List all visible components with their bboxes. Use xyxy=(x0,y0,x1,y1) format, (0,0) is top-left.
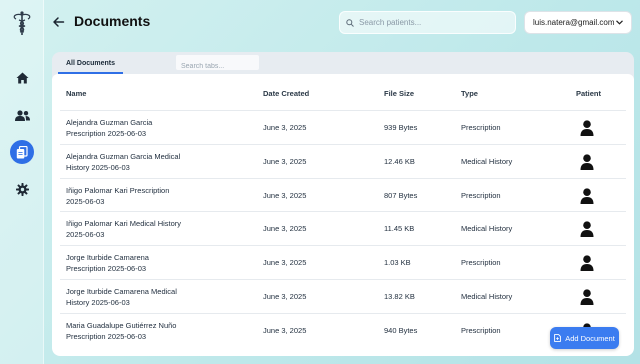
column-header-date[interactable]: Date Created xyxy=(263,89,309,98)
account-email: luis.natera@gmail.com xyxy=(533,18,615,27)
tab-search-input[interactable] xyxy=(176,59,259,74)
file-size: 1.03 KB xyxy=(384,258,411,268)
patient-search[interactable] xyxy=(339,11,516,34)
caduceus-logo-icon xyxy=(13,11,31,35)
date-created: June 3, 2025 xyxy=(263,123,307,132)
file-size: 12.46 KB xyxy=(384,156,415,166)
document-type: Medical History xyxy=(461,156,513,166)
document-type: Medical History xyxy=(461,292,513,301)
table-row[interactable]: Alejandra Guzman Garcia Prescription 2025… xyxy=(60,110,626,144)
patient-user-icon[interactable] xyxy=(580,187,594,204)
file-size: 13.82 KB xyxy=(384,292,415,301)
sidebar-item-patients[interactable] xyxy=(11,104,33,126)
users-icon xyxy=(14,109,30,121)
tab-bar: All Documents xyxy=(52,52,634,74)
document-type: Prescription xyxy=(461,325,501,335)
document-type: Prescription xyxy=(461,258,501,268)
document-name-line2: 2025-06-03 xyxy=(66,230,105,240)
document-name-line1: Alejandra Guzman Garcia xyxy=(66,118,153,127)
search-input[interactable] xyxy=(359,18,509,27)
date-created: June 3, 2025 xyxy=(263,156,307,166)
chevron-down-icon xyxy=(616,20,623,25)
document-name[interactable]: Alejandra Guzman Garcia Prescription 2025… xyxy=(66,117,246,139)
document-type: Prescription xyxy=(461,190,501,200)
gear-icon xyxy=(15,182,29,196)
document-add-icon xyxy=(554,334,562,342)
document-name[interactable]: Maria Guadalupe Gutiérrez Nuño Prescripti… xyxy=(66,320,246,342)
column-header-type[interactable]: Type xyxy=(461,89,478,98)
column-header-name[interactable]: Name xyxy=(66,89,86,98)
date-created: June 3, 2025 xyxy=(263,224,307,234)
document-name[interactable]: Jorge Iturbide Camarena Medical History 2… xyxy=(66,286,246,308)
document-name[interactable]: Iñigo Palomar Kari Prescription 2025-06-0… xyxy=(66,185,246,207)
table-row[interactable]: Maria Guadalupe Gutiérrez Nuño Prescripti… xyxy=(60,312,626,347)
document-name-line1: Iñigo Palomar Kari Medical History xyxy=(66,219,182,229)
table-row[interactable]: Jorge Iturbide Camarena Prescription 2025… xyxy=(60,245,626,279)
account-dropdown[interactable]: luis.natera@gmail.com xyxy=(524,11,632,34)
document-name-line1: Iñigo Palomar Kari Prescription xyxy=(66,185,170,195)
file-size: 807 Bytes xyxy=(384,190,418,200)
document-name-line2: Prescription 2025-06-03 xyxy=(66,129,147,138)
search-icon xyxy=(346,18,354,27)
document-name-line2: History 2025-06-03 xyxy=(66,162,130,172)
document-name[interactable]: Alejandra Guzman Garcia Medical History 2… xyxy=(66,151,246,173)
document-name-line2: Prescription 2025-06-03 xyxy=(66,264,147,274)
home-icon xyxy=(16,72,28,84)
tab-search[interactable] xyxy=(176,55,259,74)
sidebar-item-settings[interactable] xyxy=(11,178,33,200)
patient-user-icon[interactable] xyxy=(580,154,594,170)
file-size: 11.45 KB xyxy=(384,224,415,234)
add-document-button[interactable]: Add Document xyxy=(550,327,619,349)
document-name-line2: 2025-06-03 xyxy=(66,196,105,206)
column-header-patient[interactable]: Patient xyxy=(576,89,601,98)
document-name-line2: Prescription 2025-06-03 xyxy=(66,331,147,341)
back-arrow-icon[interactable] xyxy=(52,15,66,29)
documents-table: Name Date Created File Size Type Patient… xyxy=(52,74,634,356)
patient-user-icon[interactable] xyxy=(580,120,594,136)
document-type: Prescription xyxy=(461,123,501,132)
document-name-line1: Alejandra Guzman Garcia Medical xyxy=(66,151,181,161)
documents-panel: All Documents Name Date Created File Siz… xyxy=(52,52,634,356)
date-created: June 3, 2025 xyxy=(263,190,307,200)
date-created: June 3, 2025 xyxy=(263,292,307,301)
add-document-label: Add Document xyxy=(565,333,615,343)
file-size: 940 Bytes xyxy=(384,325,418,335)
document-name[interactable]: Jorge Iturbide Camarena Prescription 2025… xyxy=(66,252,246,274)
document-name-line2: History 2025-06-03 xyxy=(66,298,130,307)
patient-user-icon[interactable] xyxy=(580,255,594,272)
document-name-line1: Jorge Iturbide Camarena xyxy=(66,253,149,263)
patient-user-icon[interactable] xyxy=(580,221,594,238)
document-name-line1: Jorge Iturbide Camarena Medical xyxy=(66,287,177,296)
date-created: June 3, 2025 xyxy=(263,258,307,268)
table-row[interactable]: Jorge Iturbide Camarena Medical History 2… xyxy=(60,279,626,313)
table-row[interactable]: Iñigo Palomar Kari Medical History 2025-0… xyxy=(60,211,626,245)
page-title: Documents xyxy=(74,13,151,29)
document-name[interactable]: Iñigo Palomar Kari Medical History 2025-0… xyxy=(66,218,246,240)
document-name-line1: Maria Guadalupe Gutiérrez Nuño xyxy=(66,320,177,330)
patient-user-icon[interactable] xyxy=(580,289,594,305)
sidebar-item-documents[interactable] xyxy=(10,140,34,164)
tab-all-documents[interactable]: All Documents xyxy=(58,55,124,74)
document-type: Medical History xyxy=(461,224,513,234)
date-created: June 3, 2025 xyxy=(263,325,307,335)
table-row[interactable]: Iñigo Palomar Kari Prescription 2025-06-0… xyxy=(60,177,626,212)
column-header-size[interactable]: File Size xyxy=(384,89,414,98)
sidebar xyxy=(0,0,44,364)
table-row[interactable]: Alejandra Guzman Garcia Medical History 2… xyxy=(60,143,626,178)
sidebar-item-home[interactable] xyxy=(11,67,33,89)
file-size: 939 Bytes xyxy=(384,123,418,132)
documents-icon xyxy=(16,145,28,158)
table-header: Name Date Created File Size Type Patient xyxy=(52,74,634,112)
